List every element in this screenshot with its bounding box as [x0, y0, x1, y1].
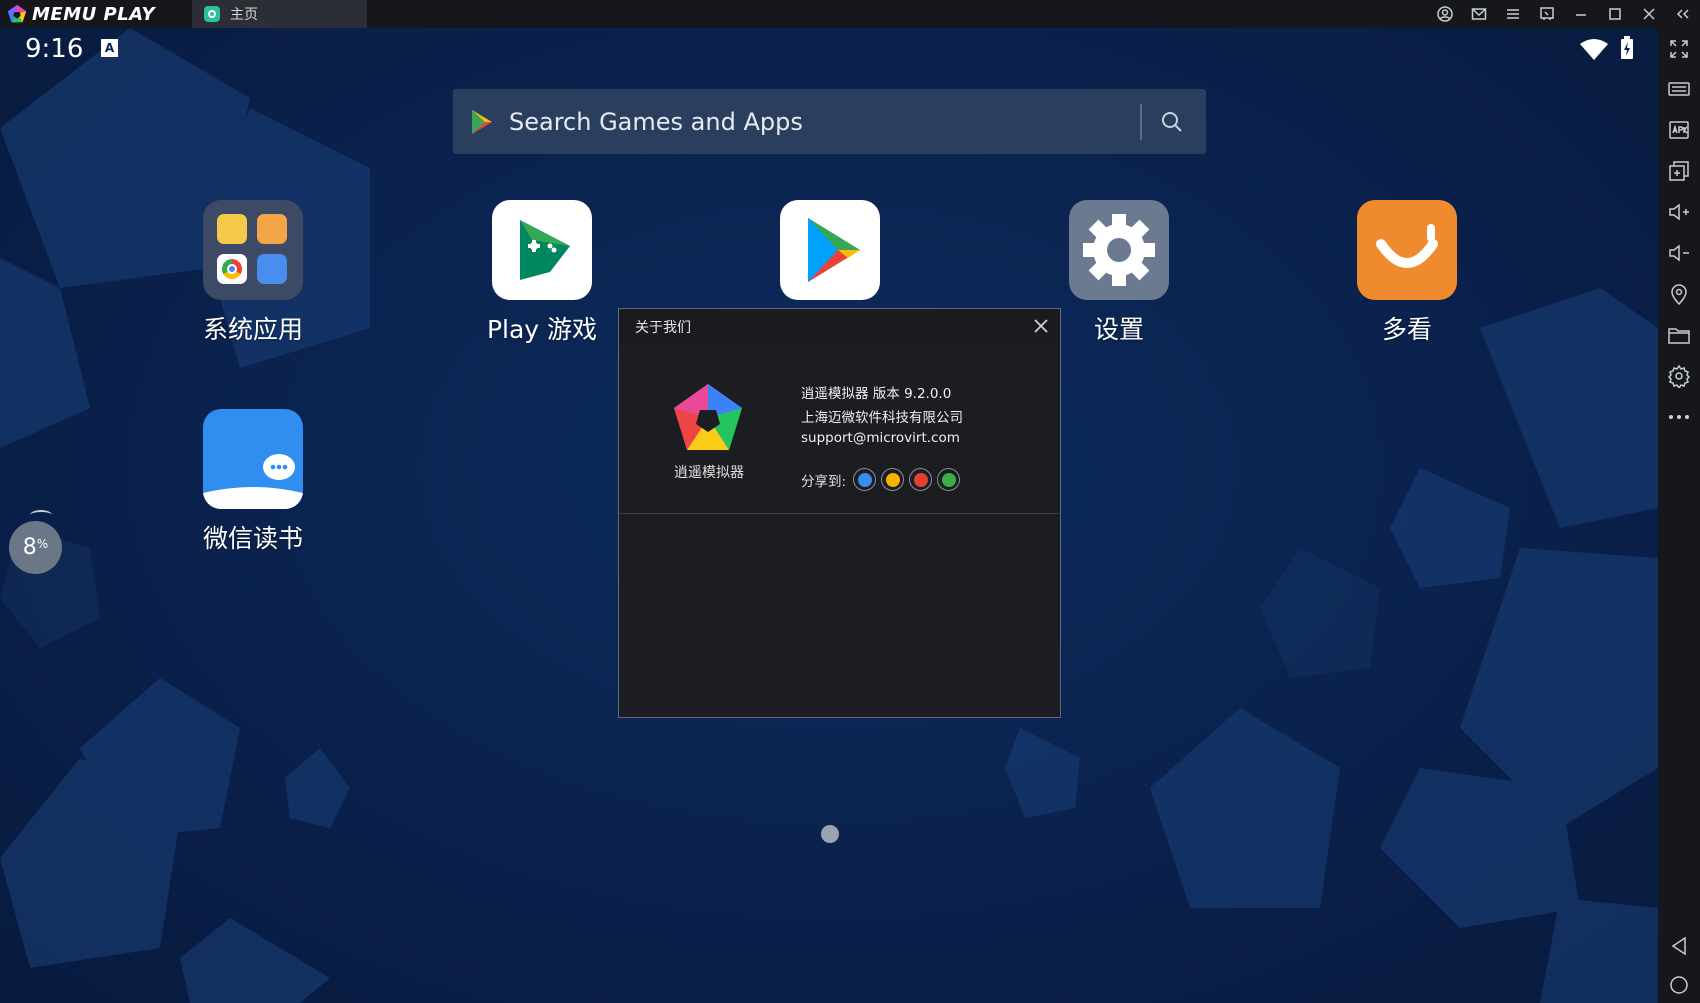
company-name: 上海迈微软件科技有限公司	[801, 410, 963, 426]
memory-progress-bubble[interactable]: 8%	[9, 521, 62, 574]
play-games-icon	[492, 200, 592, 300]
minimize-icon[interactable]	[1564, 0, 1598, 28]
pin-icon[interactable]	[1530, 0, 1564, 28]
status-time: 9:16	[25, 34, 84, 64]
close-icon[interactable]	[1632, 0, 1666, 28]
apk-icon[interactable]	[1667, 118, 1691, 142]
system-apps-folder-icon	[203, 200, 303, 300]
app-play-store[interactable]	[755, 200, 905, 300]
app-settings[interactable]: 设置	[1044, 200, 1194, 346]
menu-icon[interactable]	[1496, 0, 1530, 28]
location-icon[interactable]	[1667, 282, 1691, 306]
fullscreen-icon[interactable]	[1667, 37, 1691, 61]
window-controls	[1428, 0, 1700, 28]
app-play-games[interactable]: Play 游戏	[467, 200, 617, 346]
page-indicator	[821, 825, 839, 843]
tab-home[interactable]: 主页	[192, 0, 367, 28]
settings-app-icon	[1069, 200, 1169, 300]
mail-icon[interactable]	[1462, 0, 1496, 28]
dialog-title: 关于我们	[635, 319, 691, 336]
app-system-apps[interactable]: 系统应用	[178, 200, 328, 346]
app-label: 系统应用	[202, 315, 303, 344]
volume-down-icon[interactable]	[1667, 241, 1691, 265]
title-bar: MEMU PLAY 主页	[0, 0, 1700, 28]
dialog-logo-label: 逍遥模拟器	[674, 465, 744, 481]
user-icon[interactable]	[1428, 0, 1462, 28]
memu-emulator-window: MEMU PLAY 主页 9:16 A Search Games and App…	[0, 0, 1700, 1003]
search-bar[interactable]: Search Games and Apps	[453, 89, 1206, 154]
search-placeholder: Search Games and Apps	[509, 107, 803, 136]
app-duokan[interactable]: 多看	[1332, 200, 1482, 346]
about-dialog: 关于我们 逍遥模拟器 逍遥模拟器 版本 9.2.0.0 上海迈微软件科技有限公司…	[618, 308, 1061, 718]
folder-icon[interactable]	[1667, 323, 1691, 347]
product-version: 逍遥模拟器 版本 9.2.0.0	[801, 386, 952, 402]
settings-icon[interactable]	[1667, 364, 1691, 390]
app-label: 微信读书	[202, 524, 303, 553]
tab-label: 主页	[230, 7, 258, 23]
emulator-toolbar	[1658, 28, 1700, 1003]
tab-home-icon	[204, 6, 220, 22]
qzone-icon[interactable]	[881, 468, 905, 491]
share-row: 分享到:	[801, 468, 961, 491]
brand-name: MEMU PLAY	[32, 3, 156, 25]
play-store-app-icon	[780, 200, 880, 300]
play-store-icon	[472, 109, 492, 134]
home-icon[interactable]	[1667, 973, 1691, 997]
memu-logo-icon	[674, 384, 742, 450]
back-icon[interactable]	[1667, 934, 1691, 958]
wechat-icon[interactable]	[937, 468, 961, 491]
qq-icon[interactable]	[853, 468, 877, 491]
notification-icon: A	[101, 39, 118, 57]
progress-unit: %	[36, 536, 49, 551]
progress-arc	[30, 510, 52, 520]
volume-up-icon[interactable]	[1667, 200, 1691, 224]
app-label: Play 游戏	[486, 315, 598, 344]
maximize-icon[interactable]	[1598, 0, 1632, 28]
brand: MEMU PLAY	[6, 3, 155, 25]
app-label: 设置	[1093, 315, 1144, 344]
app-label: 多看	[1381, 315, 1432, 344]
android-screen: 9:16 A Search Games and Apps 系统应用 Play 游…	[0, 28, 1658, 1003]
collapse-icon[interactable]	[1666, 0, 1700, 28]
duokan-app-icon	[1357, 200, 1457, 300]
close-icon[interactable]	[1030, 315, 1052, 337]
weibo-icon[interactable]	[909, 468, 933, 491]
more-icon[interactable]	[1667, 405, 1691, 429]
wechat-read-app-icon	[203, 409, 303, 509]
battery-icon	[1621, 36, 1633, 59]
keyboard-icon[interactable]	[1667, 77, 1691, 101]
dialog-body: 逍遥模拟器 逍遥模拟器 版本 9.2.0.0 上海迈微软件科技有限公司 supp…	[619, 344, 1060, 514]
wifi-icon	[1580, 39, 1608, 60]
app-wechat-read[interactable]: 微信读书	[178, 409, 328, 555]
search-icon[interactable]	[1160, 110, 1184, 134]
dialog-header: 关于我们	[619, 309, 1060, 344]
search-divider	[1140, 103, 1142, 140]
multi-window-icon[interactable]	[1667, 159, 1691, 183]
share-label: 分享到:	[801, 473, 847, 490]
support-email[interactable]: support@microvirt.com	[801, 430, 960, 446]
memu-logo-icon	[7, 4, 27, 23]
progress-value: 8	[22, 535, 37, 560]
